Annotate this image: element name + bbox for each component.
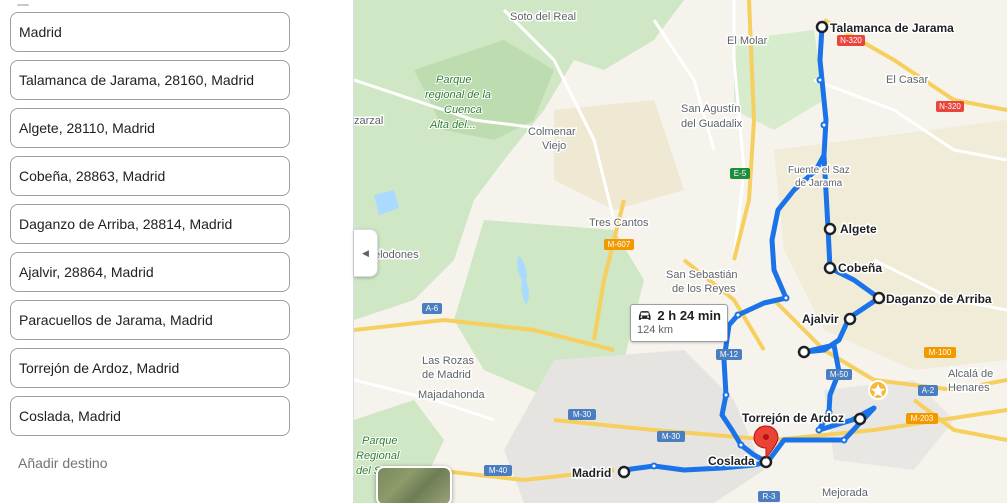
svg-text:regional de la: regional de la (425, 89, 491, 101)
svg-text:de los Reyes: de los Reyes (672, 283, 736, 295)
label-algete: Algete (840, 222, 877, 236)
label-casar: El Casar (886, 74, 929, 86)
label-molar: El Molar (727, 35, 768, 47)
trip-distance: 124 km (637, 324, 674, 336)
svg-text:Alta del...: Alta del... (429, 119, 476, 131)
marker-cobena (823, 261, 837, 275)
label-sansebastian: San Sebastián (666, 269, 738, 281)
svg-text:Henares: Henares (948, 382, 990, 394)
label-colmenar: Colmenar (528, 126, 576, 138)
stop-field-talamanca[interactable] (10, 60, 290, 100)
starred-place-icon[interactable] (868, 380, 888, 400)
label-parque-sur: Parque (362, 435, 397, 447)
collapse-panel-button[interactable]: ◀ (354, 229, 378, 277)
svg-text:A-2: A-2 (922, 386, 935, 395)
svg-text:A-6: A-6 (426, 304, 439, 313)
stop-field-cobena[interactable] (10, 156, 290, 196)
svg-text:de Jarama: de Jarama (795, 178, 843, 189)
svg-text:E-5: E-5 (734, 169, 747, 178)
label-cobena: Cobeña (838, 261, 882, 275)
svg-text:Viejo: Viejo (542, 140, 566, 152)
marker-daganzo (872, 291, 886, 305)
svg-text:N-320: N-320 (939, 102, 961, 111)
label-majadahonda: Majadahonda (418, 389, 486, 401)
svg-text:N-320: N-320 (840, 36, 862, 45)
marker-ajalvir (843, 312, 857, 326)
marker-madrid (617, 465, 631, 479)
marker-torrejon (853, 412, 867, 426)
svg-text:M-12: M-12 (720, 350, 739, 359)
stop-field-paracuellos[interactable] (10, 300, 290, 340)
label-zarzal: zarzal (354, 115, 383, 127)
caret-left-icon: ◀ (362, 247, 369, 258)
svg-text:M-203: M-203 (911, 414, 934, 423)
svg-text:Regional: Regional (356, 450, 400, 462)
svg-text:de Madrid: de Madrid (422, 369, 471, 381)
svg-text:M-50: M-50 (830, 370, 849, 379)
stop-field-daganzo[interactable] (10, 204, 290, 244)
svg-text:M-30: M-30 (573, 410, 592, 419)
svg-text:del Guadalix: del Guadalix (681, 118, 743, 130)
marker-algete (823, 222, 837, 236)
directions-panel: Añadir destino (0, 0, 354, 503)
label-galapagar: elodones (374, 249, 419, 261)
origin-field[interactable] (10, 12, 290, 52)
label-fuente: Fuente el Saz (788, 165, 850, 176)
svg-text:M-607: M-607 (608, 240, 631, 249)
label-ajalvir: Ajalvir (802, 312, 839, 326)
label-talamanca: Talamanca de Jarama (830, 21, 954, 35)
satellite-layer-thumbnail[interactable] (376, 466, 452, 503)
trip-summary-box[interactable]: 2 h 24 min 124 km (630, 304, 728, 342)
label-soto: Soto del Real (510, 11, 576, 23)
svg-text:R-3: R-3 (763, 492, 776, 501)
label-trescantos: Tres Cantos (589, 217, 649, 229)
label-sanagustin: San Agustín (681, 103, 740, 115)
stop-field-torrejon[interactable] (10, 348, 290, 388)
label-daganzo: Daganzo de Arriba (886, 292, 992, 306)
stop-field-algete[interactable] (10, 108, 290, 148)
label-torrejon: Torrejón de Ardoz (742, 411, 844, 425)
label-coslada: Coslada (708, 454, 755, 468)
marker-paracuellos (797, 345, 811, 359)
marker-talamanca (815, 20, 829, 34)
svg-text:Cuenca: Cuenca (444, 104, 482, 116)
trip-duration: 2 h 24 min (657, 308, 721, 323)
destination-field[interactable] (10, 396, 290, 436)
car-icon (638, 310, 651, 320)
map-canvas[interactable]: N-320 N-320 E-5 M-607 A-6 M-12 M-100 M-5… (354, 0, 1007, 503)
label-mejorada: Mejorada (822, 487, 869, 499)
add-destination-button[interactable]: Añadir destino (18, 455, 108, 471)
label-rozas: Las Rozas (422, 355, 474, 367)
svg-text:M-30: M-30 (662, 432, 681, 441)
label-alcala: Alcalá de (948, 368, 993, 380)
svg-text:M-100: M-100 (929, 348, 952, 357)
label-parque-cuenca: Parque (436, 74, 471, 86)
label-madrid: Madrid (572, 466, 611, 480)
svg-text:M-40: M-40 (489, 466, 508, 475)
stop-field-ajalvir[interactable] (10, 252, 290, 292)
drag-handle[interactable] (17, 4, 29, 6)
